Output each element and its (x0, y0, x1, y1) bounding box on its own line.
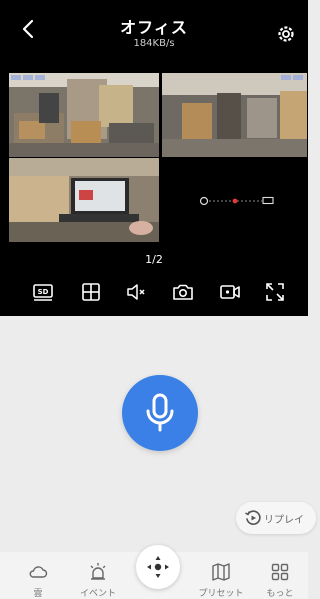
ptz-control-button[interactable] (136, 545, 180, 589)
svg-text:SD: SD (38, 288, 49, 296)
speaker-muted-icon (127, 284, 145, 300)
video-record-icon (220, 285, 240, 299)
feed-status-badge (281, 75, 303, 80)
video-toolbar: SD (0, 280, 308, 308)
replay-button[interactable]: リプレイ (236, 502, 316, 534)
grid-layout-icon (82, 283, 100, 301)
nav-more-label: もっと (266, 589, 294, 599)
camera-icon (173, 284, 193, 300)
nav-preset[interactable]: プリセット (193, 552, 249, 599)
camera-feed-3[interactable] (9, 158, 159, 242)
camera-feed-1[interactable] (9, 73, 159, 157)
bitrate-label: 184KB/s (133, 38, 175, 49)
ptz-control-icon (147, 556, 169, 578)
nav-cloud-label: 雲 (33, 589, 43, 599)
sd-quality-icon: SD (33, 284, 53, 301)
alarm-icon (90, 563, 106, 580)
layout-grid-button[interactable] (79, 280, 103, 304)
replay-icon (245, 510, 261, 525)
cloud-icon (29, 566, 48, 578)
settings-gear-icon[interactable] (276, 24, 296, 44)
device-link-indicator (199, 196, 274, 206)
camera-feed-2[interactable] (162, 73, 307, 157)
nav-cloud[interactable]: 雲 (10, 552, 66, 599)
nav-more[interactable]: もっと (252, 552, 308, 599)
nav-event[interactable]: イベント (70, 552, 126, 599)
replay-label: リプレイ (264, 515, 304, 526)
microphone-icon (146, 393, 174, 432)
talk-microphone-button[interactable] (122, 375, 198, 451)
nav-event-label: イベント (79, 589, 116, 599)
video-panel: オフィス 184KB/s 1/2 SD (0, 0, 308, 316)
page-title: オフィス (120, 18, 188, 37)
mute-button[interactable] (124, 280, 148, 304)
nav-preset-label: プリセット (198, 589, 244, 599)
snapshot-button[interactable] (171, 280, 195, 304)
record-button[interactable] (218, 280, 242, 304)
fullscreen-icon (266, 283, 284, 301)
feed-status-badge (11, 75, 45, 80)
sd-quality-button[interactable]: SD (31, 280, 55, 304)
fullscreen-button[interactable] (263, 280, 287, 304)
grid-icon (271, 563, 289, 581)
page-indicator: 1/2 (145, 253, 163, 266)
map-icon (212, 563, 230, 581)
